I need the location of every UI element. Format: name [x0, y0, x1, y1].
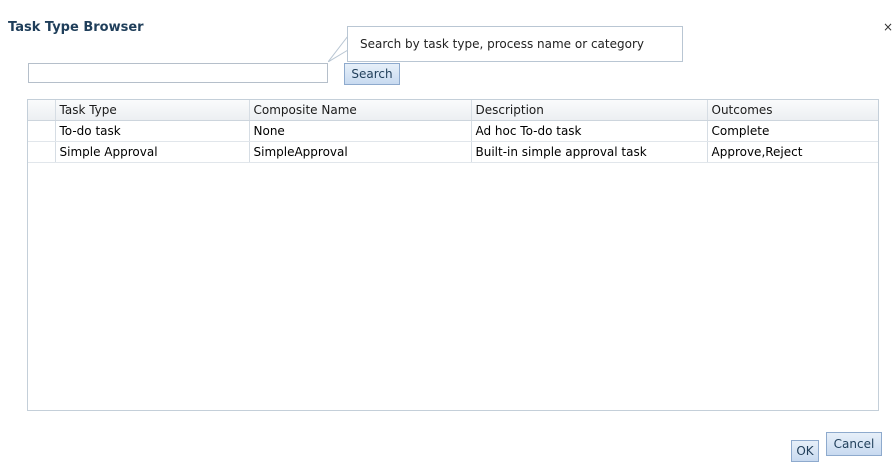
column-header-composite-name[interactable]: Composite Name	[249, 100, 472, 121]
search-button[interactable]: Search	[344, 63, 400, 85]
table-row[interactable]: To-do task None Ad hoc To-do task Comple…	[28, 120, 878, 142]
cell-composite-name: SimpleApproval	[249, 141, 472, 163]
column-header-outcomes[interactable]: Outcomes	[707, 100, 878, 121]
cell-description: Ad hoc To-do task	[471, 120, 708, 142]
search-hint-tooltip: Search by task type, process name or cat…	[347, 26, 683, 62]
cell-task-type: Simple Approval	[55, 141, 250, 163]
column-header-task-type[interactable]: Task Type	[55, 100, 250, 121]
search-input[interactable]	[28, 63, 328, 83]
cell-outcomes: Complete	[707, 120, 878, 142]
dialog-title: Task Type Browser	[8, 20, 144, 35]
cell-task-type: To-do task	[55, 120, 250, 142]
cell-outcomes: Approve,Reject	[707, 141, 878, 163]
table-row[interactable]: Simple Approval SimpleApproval Built-in …	[28, 141, 878, 163]
table-header-row: Task Type Composite Name Description Out…	[28, 100, 878, 121]
cell-composite-name: None	[249, 120, 472, 142]
cell-description: Built-in simple approval task	[471, 141, 708, 163]
close-icon[interactable]: ×	[883, 20, 893, 34]
row-selector[interactable]	[28, 141, 56, 163]
ok-button[interactable]: OK	[791, 440, 819, 462]
row-selector[interactable]	[28, 120, 56, 142]
task-type-table: Task Type Composite Name Description Out…	[27, 99, 879, 411]
column-header-description[interactable]: Description	[471, 100, 708, 121]
row-selector-header	[28, 100, 56, 121]
cancel-button[interactable]: Cancel	[826, 432, 882, 456]
task-type-browser-dialog: Task Type Browser × Search by task type,…	[0, 0, 893, 464]
